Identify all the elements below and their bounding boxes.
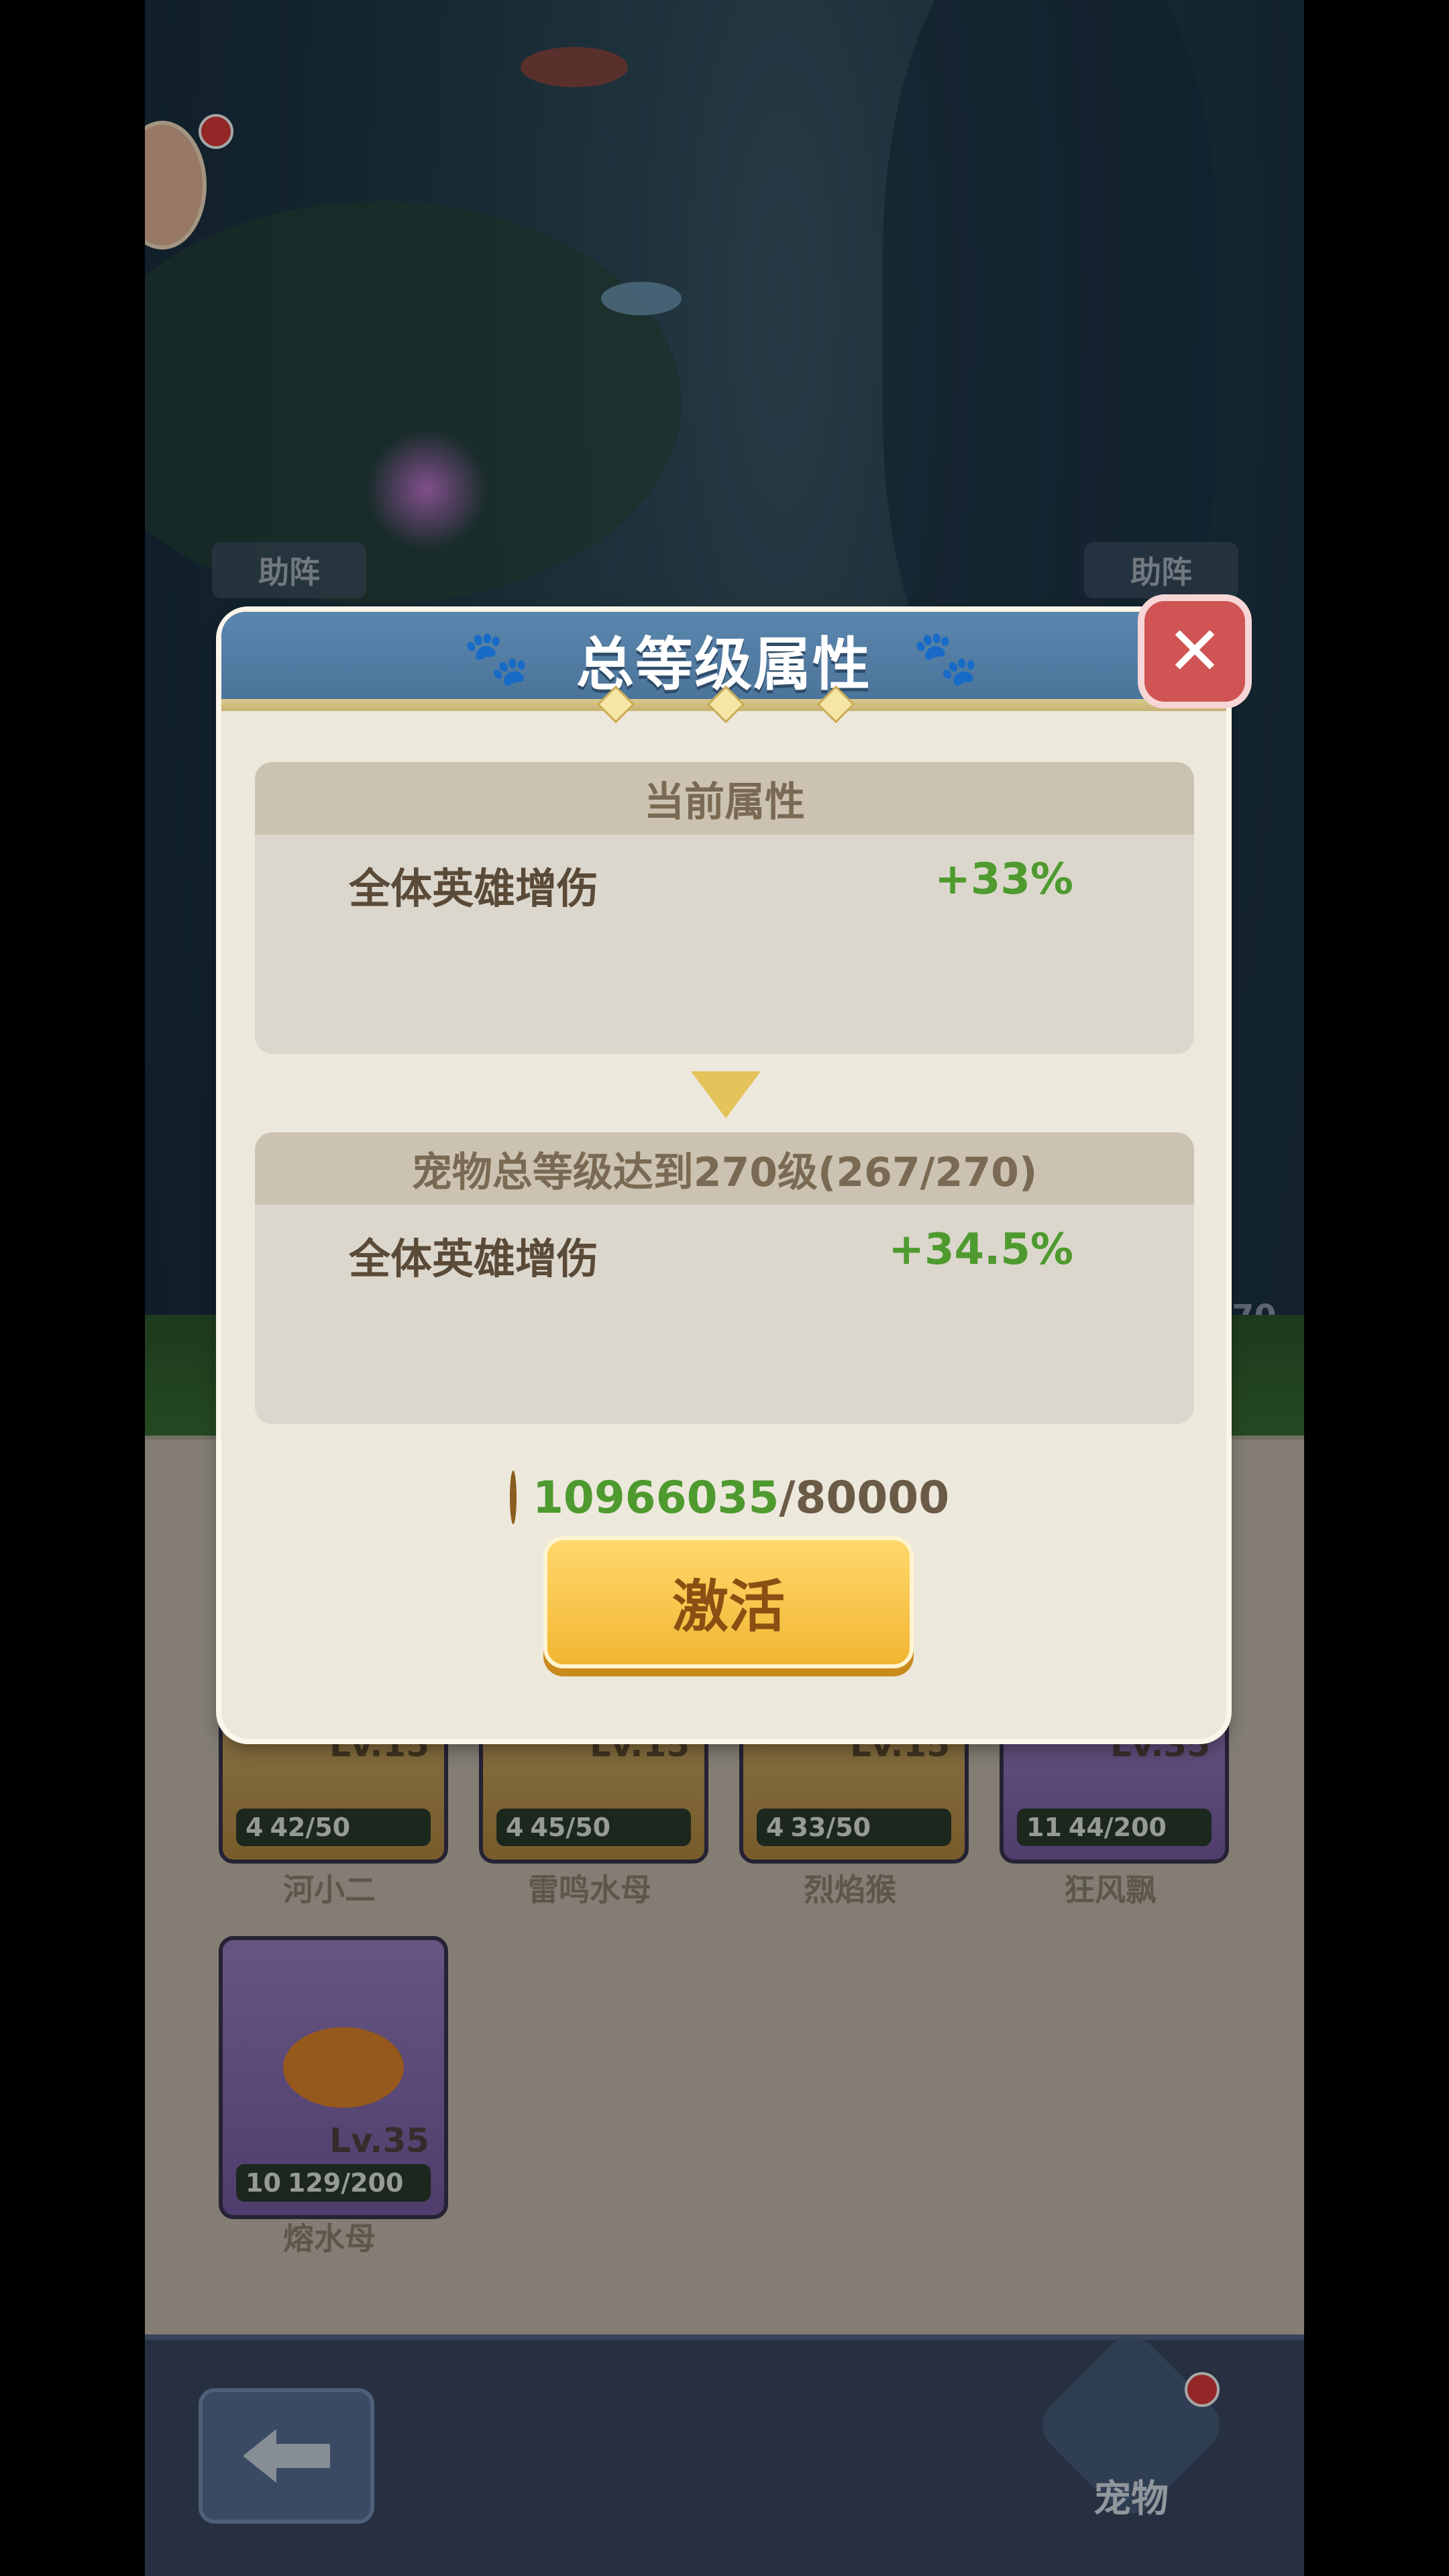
attribute-value: +34.5% [888, 1225, 1073, 1275]
activate-button[interactable]: 激活 [543, 1536, 914, 1668]
cost-owned: 10966035 [533, 1471, 780, 1523]
close-button[interactable]: ✕ [1138, 594, 1252, 708]
next-attributes-box: 宠物总等级达到270级(267/270) 全体英雄增伤 +34.5% [255, 1132, 1194, 1424]
paw-icon: 🐾 [463, 627, 530, 689]
cost-required: /80000 [779, 1471, 950, 1523]
cost-text: 10966035/80000 [533, 1472, 949, 1523]
current-attributes-box: 当前属性 全体英雄增伤 +33% [255, 762, 1194, 1054]
attribute-label: 全体英雄增伤 [349, 1234, 599, 1283]
attribute-row: 全体英雄增伤 +33% [255, 835, 1194, 928]
paw-icon: 🐾 [912, 627, 979, 689]
attribute-value: +33% [934, 855, 1073, 904]
attribute-label: 全体英雄增伤 [349, 864, 599, 913]
coin-icon [510, 1470, 517, 1524]
activation-cost: 10966035/80000 [510, 1467, 949, 1527]
current-attributes-header: 当前属性 [255, 762, 1194, 835]
activate-button-label: 激活 [672, 1574, 785, 1640]
down-arrow-icon [691, 1071, 761, 1118]
close-icon: ✕ [1167, 612, 1223, 690]
total-level-attributes-dialog: 🐾 总等级属性 🐾 当前属性 全体英雄增伤 +33% 宠物总等级达到270级(2… [221, 612, 1226, 1739]
next-attributes-header: 宠物总等级达到270级(267/270) [255, 1132, 1194, 1205]
attribute-row: 全体英雄增伤 +34.5% [255, 1205, 1194, 1299]
